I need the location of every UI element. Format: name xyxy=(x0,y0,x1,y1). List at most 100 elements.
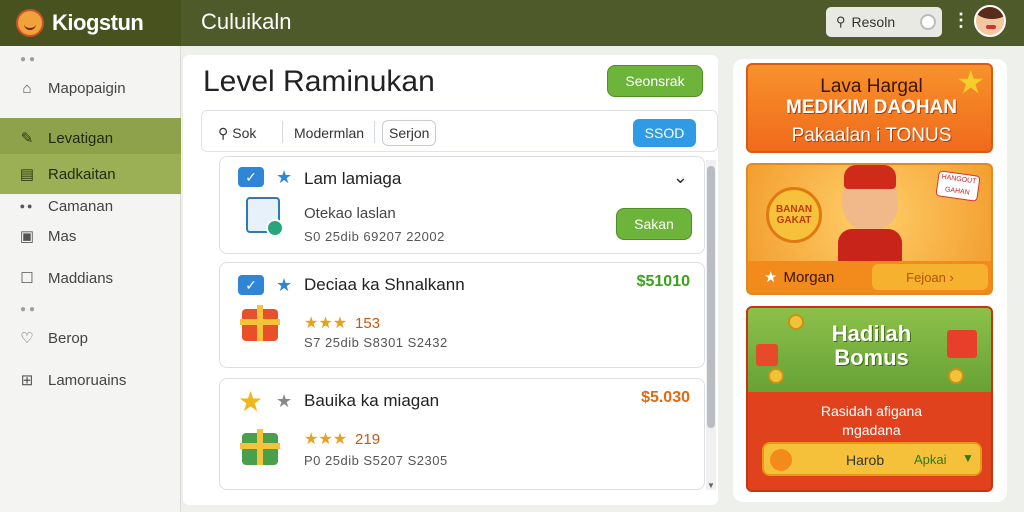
promo-cta-bar[interactable]: Harob Apkai ▼ xyxy=(762,442,982,476)
search-label: Sok xyxy=(232,125,257,141)
primary-button[interactable]: Seonsrak xyxy=(607,65,703,97)
promo-title-line: Hadilah xyxy=(831,321,912,346)
checkbox[interactable]: ✓ xyxy=(238,275,264,295)
app-title: Culuikaln xyxy=(201,9,292,34)
heart-icon: ♡ xyxy=(20,330,34,347)
sidebar-item-label: Lamoruains xyxy=(48,371,127,389)
home-icon: ⌂ xyxy=(22,79,32,97)
sidebar-item-lamoruains[interactable]: ⊞ Lamoruains xyxy=(0,360,181,400)
promo-cta-label: Harob xyxy=(846,452,885,468)
grid-icon: ▤ xyxy=(19,166,35,183)
star-icon: ★ xyxy=(956,64,985,100)
star-icon[interactable]: ★ xyxy=(276,275,292,296)
chevron-down-icon[interactable]: ⌄ xyxy=(673,167,688,188)
sidebar-item-berop[interactable]: ♡ Berop xyxy=(0,318,181,358)
page-title: Level Raminukan xyxy=(203,65,435,98)
scroll-down-icon[interactable]: ▼ xyxy=(706,481,716,490)
mascot-body-icon xyxy=(838,229,902,265)
promo-banner-2[interactable]: BANAN GAKAT HANGOUT GAHAN ★ Morgan Fejoan… xyxy=(746,163,993,295)
sidebar-item-mapopaigin[interactable]: ⌂ Mapopaigin xyxy=(0,68,181,108)
gift-icon xyxy=(240,305,280,341)
toggle-icon[interactable] xyxy=(920,14,936,30)
star-icon: ★ xyxy=(764,269,778,286)
go-button[interactable]: SSOD xyxy=(633,119,696,147)
promo-text-line: mgadana xyxy=(842,422,901,438)
square-icon: ☐ xyxy=(20,270,34,287)
star-badge-icon: ★ xyxy=(238,386,264,417)
section-dots: ●● xyxy=(20,304,39,315)
rating: ★★★ 153 xyxy=(304,313,380,333)
coin-icon xyxy=(770,449,792,471)
promo-banner-3[interactable]: Hadilah Bomus Rasidah afigana mgadana Ha… xyxy=(746,306,993,492)
scrollbar[interactable]: ▼ xyxy=(706,160,716,490)
chevron-down-icon[interactable]: ▼ xyxy=(962,451,974,465)
sidebar-item-label: Mapopaigin xyxy=(48,79,126,97)
rating: ★★★ 219 xyxy=(304,429,380,449)
section-dots: ●● xyxy=(20,54,39,65)
more-menu-icon[interactable]: ⋮ xyxy=(952,10,970,31)
avatar[interactable] xyxy=(974,5,1006,37)
search-filter[interactable]: ⚲ Sok xyxy=(212,120,262,146)
star-icon[interactable]: ★ xyxy=(276,167,292,188)
stars-icon: ★★★ xyxy=(304,431,348,448)
list-item[interactable]: ✓ ★ Lam lamiaga ⌄ Otekao laslan S0 25dib… xyxy=(219,156,705,254)
sidebar-item-maddians[interactable]: ☐ Maddians xyxy=(0,258,181,298)
stars-icon: ★★★ xyxy=(304,315,348,332)
user-button[interactable]: ⚲ Resoln xyxy=(826,7,942,37)
sidebar-item-label: Mas xyxy=(48,227,77,245)
item-title: Bauika ka miagan xyxy=(304,391,440,410)
item-meta: S0 25dib 69207 22002 xyxy=(304,229,445,244)
tab-serjon[interactable]: Serjon xyxy=(382,120,437,146)
logo[interactable]: Kiogstun xyxy=(0,0,181,46)
rating-count: 219 xyxy=(355,431,381,448)
sidebar-item-label: Maddians xyxy=(48,269,114,287)
item-meta: S7 25dib S8301 S2432 xyxy=(304,335,448,350)
rating-count: 153 xyxy=(355,315,381,332)
promo-banner-1[interactable]: Lava Hargal MEDIKIM DAOHAN Pakaalan i TO… xyxy=(746,63,993,153)
list-item[interactable]: ★ ★ Bauika ka miagan $5.030 ★★★ 219 P0 25… xyxy=(219,378,705,490)
sidebar-item-label: Camanan xyxy=(48,197,114,215)
gift-icon xyxy=(240,429,280,465)
promo-column: Lava Hargal MEDIKIM DAOHAN Pakaalan i TO… xyxy=(733,59,1007,502)
star-icon[interactable]: ★ xyxy=(276,391,292,412)
promo-bar-label: Morgan xyxy=(783,269,835,286)
item-price: $51010 xyxy=(636,273,690,290)
promo-tag: HANGOUT GAHAN xyxy=(935,170,981,202)
item-title: Lam lamiaga xyxy=(304,169,402,188)
list-item[interactable]: ✓ ★ Deciaa ka Shnalkann $51010 ★★★ 153 S7… xyxy=(219,262,705,368)
filter-bar: ⚲ Sok Modermlan Serjon SSOD xyxy=(201,110,718,152)
divider xyxy=(374,121,375,143)
search-icon: ⚲ xyxy=(218,124,229,141)
sidebar-item-label: Radkaitan xyxy=(48,165,116,183)
user-icon: ⚲ xyxy=(836,14,846,29)
dots-icon: ●● xyxy=(19,201,35,211)
promo-text: Rasidah afigana mgadana xyxy=(748,402,991,440)
tab-modermlan[interactable]: Modermlan xyxy=(288,120,370,146)
edit-icon: ✎ xyxy=(20,130,34,147)
promo-bar-button[interactable]: Fejoan › xyxy=(872,264,988,290)
sidebar-item-label: Levatigan xyxy=(48,129,114,147)
mascot-hat-icon xyxy=(844,165,896,189)
top-bar: Kiogstun Culuikaln ⚲ Resoln ⋮ xyxy=(0,0,1024,46)
document-icon xyxy=(246,197,284,237)
coin-icon xyxy=(768,368,784,384)
promo-badge: BANAN GAKAT xyxy=(766,187,822,243)
divider xyxy=(282,121,283,143)
promo-title-line: Bomus xyxy=(834,345,909,370)
sidebar-item-levatigan[interactable]: ✎ Levatigan xyxy=(0,118,181,158)
bag-icon: ▣ xyxy=(19,228,35,245)
item-subtitle: Otekao laslan xyxy=(304,205,396,222)
sidebar-item-mas[interactable]: ▣ Mas xyxy=(0,216,181,256)
promo-title: Hadilah Bomus xyxy=(748,321,991,370)
promo-bar-label-wrap: ★ Morgan xyxy=(764,268,834,286)
logo-text: Kiogstun xyxy=(52,10,144,35)
item-title: Deciaa ka Shnalkann xyxy=(304,275,465,294)
checkbox[interactable]: ✓ xyxy=(238,167,264,187)
coin-icon xyxy=(948,368,964,384)
promo-cta-button[interactable]: Apkai xyxy=(914,452,947,467)
item-meta: P0 25dib S5207 S2305 xyxy=(304,453,448,468)
item-list: ✓ ★ Lam lamiaga ⌄ Otekao laslan S0 25dib… xyxy=(201,156,705,496)
promo-subtitle: Pakaalan i TONUS xyxy=(791,125,952,146)
action-button[interactable]: Sakan xyxy=(616,208,692,240)
scrollbar-thumb[interactable] xyxy=(707,166,715,428)
